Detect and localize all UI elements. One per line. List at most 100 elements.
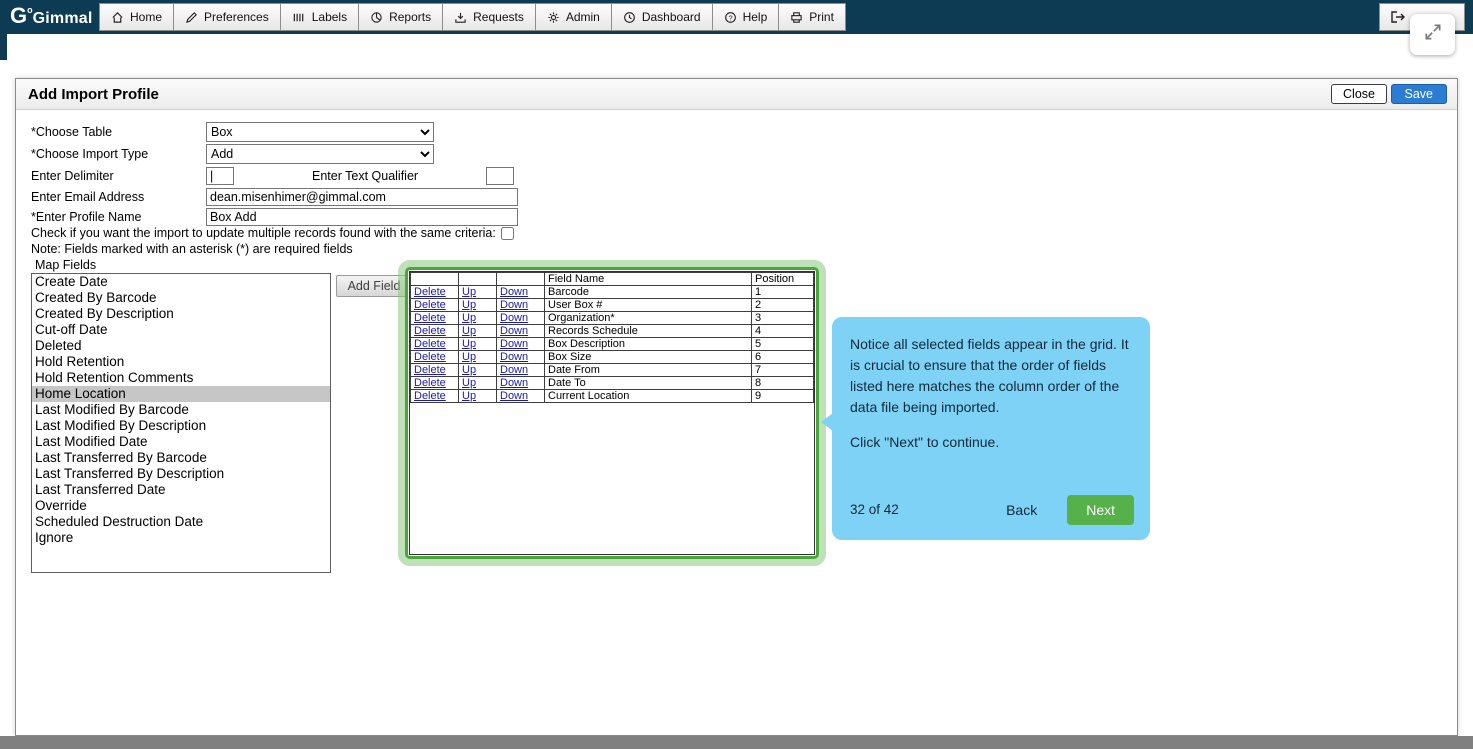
delete-link[interactable]: Delete bbox=[414, 351, 446, 363]
save-button[interactable]: Save bbox=[1391, 84, 1448, 104]
list-item[interactable]: Home Location bbox=[32, 386, 330, 402]
multi-record-checkbox[interactable] bbox=[501, 227, 514, 240]
up-link[interactable]: Up bbox=[462, 299, 476, 311]
nav-item-reports[interactable]: Reports bbox=[358, 3, 443, 31]
delimiter-input[interactable] bbox=[206, 167, 234, 185]
field-name-cell: Box Size bbox=[545, 351, 752, 364]
multi-record-check-row: Check if you want the import to update m… bbox=[31, 226, 514, 240]
tooltip-cta: Click "Next" to continue. bbox=[850, 432, 1132, 453]
delete-link[interactable]: Delete bbox=[414, 364, 446, 376]
list-item[interactable]: Hold Retention Comments bbox=[32, 370, 330, 386]
up-link[interactable]: Up bbox=[462, 390, 476, 402]
field-name-cell: Box Description bbox=[545, 338, 752, 351]
list-item[interactable]: Last Transferred By Barcode bbox=[32, 450, 330, 466]
text-qualifier-input[interactable] bbox=[486, 167, 514, 185]
svg-text:?: ? bbox=[728, 13, 732, 22]
down-link[interactable]: Down bbox=[500, 338, 528, 350]
down-link[interactable]: Down bbox=[500, 351, 528, 363]
up-link[interactable]: Up bbox=[462, 325, 476, 337]
delete-link[interactable]: Delete bbox=[414, 377, 446, 389]
nav-item-label: Requests bbox=[473, 10, 524, 24]
profile-name-row: *Enter Profile Name bbox=[31, 207, 518, 227]
nav-item-dashboard[interactable]: Dashboard bbox=[611, 3, 713, 31]
nav-item-admin[interactable]: Admin bbox=[535, 3, 612, 31]
up-link[interactable]: Up bbox=[462, 364, 476, 376]
choose-import-type-select[interactable]: Add bbox=[206, 144, 434, 164]
position-cell: 7 bbox=[752, 364, 814, 377]
mapped-fields-table: Field Name Position DeleteUpDownBarcode1… bbox=[410, 272, 814, 403]
app-window: GoGimmal HomePreferencesLabelsReportsReq… bbox=[0, 0, 1473, 749]
down-link[interactable]: Down bbox=[500, 299, 528, 311]
grid-header-field-name: Field Name bbox=[545, 273, 752, 286]
list-item[interactable]: Create Date bbox=[32, 274, 330, 290]
grid-header-empty-1 bbox=[411, 273, 459, 286]
field-name-cell: Current Location bbox=[545, 390, 752, 403]
choose-table-select[interactable]: Box bbox=[206, 122, 434, 142]
up-link[interactable]: Up bbox=[462, 312, 476, 324]
pencil-icon bbox=[185, 11, 198, 24]
delete-link[interactable]: Delete bbox=[414, 390, 446, 402]
grid-header-empty-3 bbox=[497, 273, 545, 286]
fullscreen-button[interactable] bbox=[1410, 14, 1455, 55]
position-cell: 2 bbox=[752, 299, 814, 312]
nav-item-preferences[interactable]: Preferences bbox=[173, 3, 281, 31]
delete-link[interactable]: Delete bbox=[414, 299, 446, 311]
gear-icon bbox=[547, 11, 560, 24]
add-field-button[interactable]: Add Field bbox=[336, 275, 412, 297]
list-item[interactable]: Hold Retention bbox=[32, 354, 330, 370]
down-link[interactable]: Down bbox=[500, 390, 528, 402]
list-item[interactable]: Last Transferred Date bbox=[32, 482, 330, 498]
choose-table-row: *Choose Table Box bbox=[31, 122, 434, 142]
multi-record-check-label: Check if you want the import to update m… bbox=[31, 226, 496, 240]
nav-item-print[interactable]: Print bbox=[778, 3, 846, 31]
next-button[interactable]: Next bbox=[1067, 495, 1134, 525]
back-button[interactable]: Back bbox=[1006, 500, 1037, 521]
list-item[interactable]: Last Modified Date bbox=[32, 434, 330, 450]
up-link[interactable]: Up bbox=[462, 377, 476, 389]
list-item[interactable]: Last Modified By Description bbox=[32, 418, 330, 434]
nav-item-label: Print bbox=[809, 10, 834, 24]
down-link[interactable]: Down bbox=[500, 377, 528, 389]
grid-row: DeleteUpDownBarcode1 bbox=[411, 286, 814, 299]
printer-icon bbox=[790, 11, 803, 24]
list-item[interactable]: Scheduled Destruction Date bbox=[32, 514, 330, 530]
tooltip-footer: 32 of 42 Back Next bbox=[850, 495, 1134, 525]
nav-item-labels[interactable]: Labels bbox=[280, 3, 359, 31]
map-fields-list[interactable]: Create DateCreated By BarcodeCreated By … bbox=[31, 273, 331, 573]
list-item[interactable]: Override bbox=[32, 498, 330, 514]
list-item[interactable]: Last Modified By Barcode bbox=[32, 402, 330, 418]
add-import-profile-panel: Add Import Profile Close Save *Choose Ta… bbox=[15, 78, 1458, 736]
list-item[interactable]: Created By Description bbox=[32, 306, 330, 322]
delete-link[interactable]: Delete bbox=[414, 312, 446, 324]
down-link[interactable]: Down bbox=[500, 325, 528, 337]
delete-link[interactable]: Delete bbox=[414, 325, 446, 337]
nav-item-requests[interactable]: Requests bbox=[442, 3, 536, 31]
map-fields-label: Map Fields bbox=[35, 258, 96, 272]
list-item[interactable]: Cut-off Date bbox=[32, 322, 330, 338]
delete-link[interactable]: Delete bbox=[414, 286, 446, 298]
list-item[interactable]: Last Transferred By Description bbox=[32, 466, 330, 482]
down-link[interactable]: Down bbox=[500, 312, 528, 324]
nav-item-help[interactable]: ? Help bbox=[712, 3, 780, 31]
up-link[interactable]: Up bbox=[462, 286, 476, 298]
panel-header: Add Import Profile Close Save bbox=[16, 79, 1457, 110]
delete-link[interactable]: Delete bbox=[414, 338, 446, 350]
nav-item-label: Help bbox=[743, 10, 768, 24]
up-link[interactable]: Up bbox=[462, 338, 476, 350]
nav-item-home[interactable]: Home bbox=[99, 3, 174, 31]
grid-body: DeleteUpDownBarcode1DeleteUpDownUser Box… bbox=[411, 286, 814, 403]
up-link[interactable]: Up bbox=[462, 351, 476, 363]
profile-name-field[interactable] bbox=[206, 208, 518, 226]
list-item[interactable]: Created By Barcode bbox=[32, 290, 330, 306]
email-field[interactable] bbox=[206, 188, 518, 206]
down-link[interactable]: Down bbox=[500, 364, 528, 376]
clock-icon bbox=[623, 11, 636, 24]
grid-row: DeleteUpDownRecords Schedule4 bbox=[411, 325, 814, 338]
choose-import-type-row: *Choose Import Type Add bbox=[31, 144, 434, 164]
list-item[interactable]: Deleted bbox=[32, 338, 330, 354]
down-link[interactable]: Down bbox=[500, 286, 528, 298]
tooltip-arrow bbox=[821, 413, 833, 431]
close-button[interactable]: Close bbox=[1331, 84, 1387, 104]
field-name-cell: Date From bbox=[545, 364, 752, 377]
list-item[interactable]: Ignore bbox=[32, 530, 330, 546]
